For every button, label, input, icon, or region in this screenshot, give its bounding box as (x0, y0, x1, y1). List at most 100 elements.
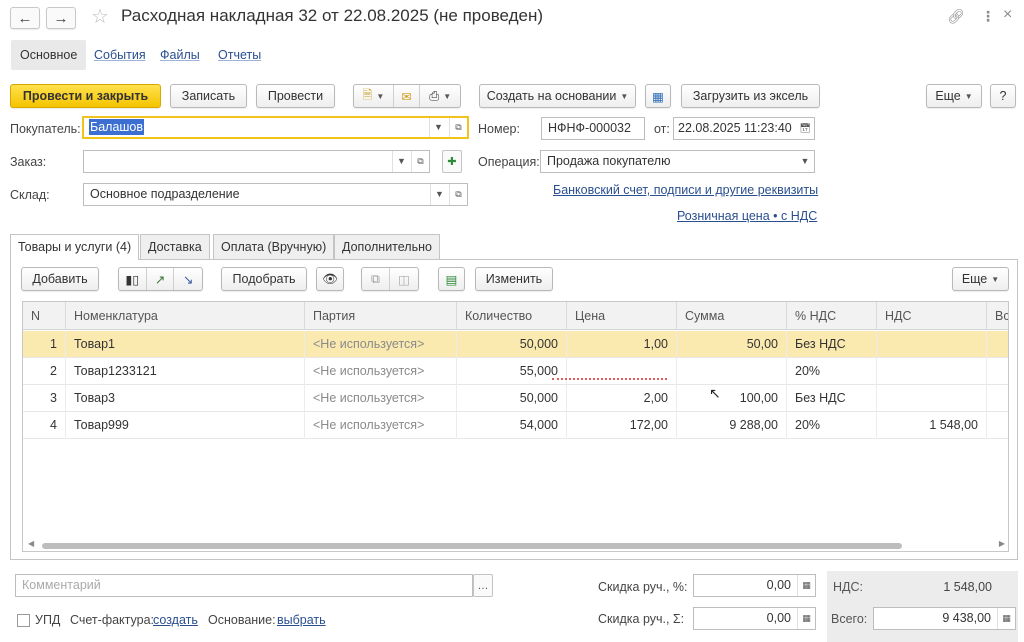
chevron-down-icon[interactable]: ▼ (429, 118, 447, 137)
date-field[interactable]: 22.08.2025 11:23:40 📅︎ (673, 117, 815, 140)
invoice-create-link[interactable]: создать (153, 613, 198, 627)
cell-batch[interactable]: <Не используется> (305, 385, 457, 412)
tab-additional[interactable]: Дополнительно (334, 234, 440, 259)
cell-item[interactable]: Товар1233121 (66, 358, 305, 385)
cell-price[interactable] (567, 358, 677, 385)
table-row[interactable]: 3 Товар3 <Не используется> 50,000 2,00 1… (23, 385, 1008, 412)
chevron-down-icon[interactable]: ▼ (796, 151, 814, 172)
add-row-button[interactable]: Добавить (21, 267, 99, 291)
col-total[interactable]: Вс (987, 302, 1008, 330)
cell-sum[interactable]: 50,00 (677, 331, 787, 358)
cell-vat-rate[interactable]: 20% (787, 412, 877, 439)
cell-item[interactable]: Товар1 (66, 331, 305, 358)
pick-button[interactable]: Подобрать (221, 267, 307, 291)
more-vertical-icon[interactable]: ⋮ (981, 8, 995, 25)
discount-sum-field[interactable]: 0,00 ▦ (693, 607, 816, 630)
cell-price[interactable]: 172,00 (567, 412, 677, 439)
comment-field[interactable]: Комментарий (15, 574, 473, 597)
forward-button[interactable]: → (46, 7, 76, 29)
cell-vat[interactable]: 1 548,00 (877, 412, 987, 439)
scroll-right-icon[interactable]: ▶ (999, 539, 1005, 548)
cell-sum[interactable]: 9 288,00 (677, 412, 787, 439)
cell-vat-rate[interactable]: Без НДС (787, 385, 877, 412)
cell-batch[interactable]: <Не используется> (305, 331, 457, 358)
open-icon[interactable]: ⧉ (449, 184, 467, 205)
section-tab-events[interactable]: События (94, 40, 146, 70)
open-icon[interactable]: ⧉ (449, 118, 467, 137)
link-icon[interactable]: 🔗︎ (947, 8, 965, 25)
more-button[interactable]: Еще ▼ (926, 84, 982, 108)
copy-button[interactable]: ⧉ (362, 268, 391, 290)
number-field[interactable]: НФНФ-000032 (541, 117, 645, 140)
scroll-left-icon[interactable]: ◀ (28, 539, 34, 548)
cell-price[interactable]: 2,00 (567, 385, 677, 412)
operation-field[interactable]: Продажа покупателю ▼ (540, 150, 815, 173)
cell-vat-rate[interactable]: 20% (787, 358, 877, 385)
section-tab-files[interactable]: Файлы (160, 40, 200, 70)
load-excel-button[interactable]: Загрузить из эксель (681, 84, 820, 108)
report-dropdown-button[interactable]: 🗎︎ ▼ (354, 85, 394, 107)
close-icon[interactable]: × (1003, 6, 1012, 24)
calculator-icon[interactable]: ▦ (997, 608, 1015, 629)
col-batch[interactable]: Партия (305, 302, 457, 330)
cell-price[interactable]: 1,00 (567, 331, 677, 358)
basis-select-link[interactable]: выбрать (277, 613, 326, 627)
table-row[interactable]: 4 Товар999 <Не используется> 54,000 172,… (23, 412, 1008, 439)
scroll-thumb[interactable] (42, 543, 902, 549)
upd-checkbox[interactable] (17, 614, 30, 627)
col-vat-rate[interactable]: % НДС (787, 302, 877, 330)
cell-vat-rate[interactable]: Без НДС (787, 331, 877, 358)
post-and-close-button[interactable]: Провести и закрыть (10, 84, 161, 108)
barcode-button[interactable]: ▮▯ (119, 268, 147, 290)
import-button[interactable]: ↘ (174, 268, 202, 290)
cell-vat[interactable] (877, 358, 987, 385)
cell-qty[interactable]: 50,000 (457, 385, 567, 412)
view-button[interactable]: 👁︎ (316, 267, 344, 291)
cell-vat[interactable] (877, 331, 987, 358)
post-button[interactable]: Провести (256, 84, 335, 108)
warehouse-field[interactable]: Основное подразделение ▼ ⧉ (83, 183, 468, 206)
create-based-button[interactable]: Создать на основании ▼ (479, 84, 636, 108)
cell-sum[interactable]: 100,00 (677, 385, 787, 412)
col-item[interactable]: Номенклатура (66, 302, 305, 330)
cell-vat[interactable] (877, 385, 987, 412)
total-field[interactable]: 9 438,00 ▦ (873, 607, 1016, 630)
change-button[interactable]: Изменить (475, 267, 553, 291)
chevron-down-icon[interactable]: ▼ (392, 151, 410, 172)
back-button[interactable]: ← (10, 7, 40, 29)
col-qty[interactable]: Количество (457, 302, 567, 330)
star-icon[interactable]: ☆ (91, 4, 109, 29)
cell-qty[interactable]: 54,000 (457, 412, 567, 439)
calendar-icon[interactable]: 📅︎ (796, 118, 814, 139)
paste-button[interactable]: ◫ (390, 268, 418, 290)
col-vat[interactable]: НДС (877, 302, 987, 330)
calculator-icon[interactable]: ▦ (797, 575, 815, 596)
export-button[interactable]: ↗ (147, 268, 175, 290)
fill-order-button[interactable]: ✚ (442, 150, 462, 173)
bank-details-link[interactable]: Банковский счет, подписи и другие реквиз… (553, 183, 818, 197)
table-row[interactable]: 1 Товар1 <Не используется> 50,000 1,00 5… (23, 331, 1008, 358)
tab-delivery[interactable]: Доставка (140, 234, 210, 259)
cell-item[interactable]: Товар3 (66, 385, 305, 412)
cell-sum[interactable] (677, 358, 787, 385)
tab-payment[interactable]: Оплата (Вручную) (213, 234, 335, 259)
order-field[interactable]: ▼ ⧉ (83, 150, 430, 173)
tab-goods[interactable]: Товары и услуги (4) (10, 234, 140, 260)
open-icon[interactable]: ⧉ (411, 151, 429, 172)
buyer-field[interactable]: Балашов ▼ ⧉ (82, 116, 469, 139)
horizontal-scrollbar[interactable]: ◀ ▶ (22, 539, 1009, 551)
structure-button[interactable]: ▦ (645, 84, 671, 108)
table-more-button[interactable]: Еще ▼ (952, 267, 1009, 291)
chevron-down-icon[interactable]: ▼ (430, 184, 448, 205)
print-dropdown-button[interactable]: ⎙ ▼ (420, 85, 460, 107)
col-n[interactable]: N (23, 302, 66, 330)
cell-qty[interactable]: 50,000 (457, 331, 567, 358)
col-sum[interactable]: Сумма (677, 302, 787, 330)
comment-expand-button[interactable]: … (473, 574, 493, 597)
table-settings-button[interactable]: ▤ (438, 267, 465, 291)
cell-batch[interactable]: <Не используется> (305, 358, 457, 385)
section-tab-main[interactable]: Основное (11, 40, 87, 70)
table-row[interactable]: 2 Товар1233121 <Не используется> 55,000 … (23, 358, 1008, 385)
col-price[interactable]: Цена (567, 302, 677, 330)
help-button[interactable]: ? (990, 84, 1016, 108)
